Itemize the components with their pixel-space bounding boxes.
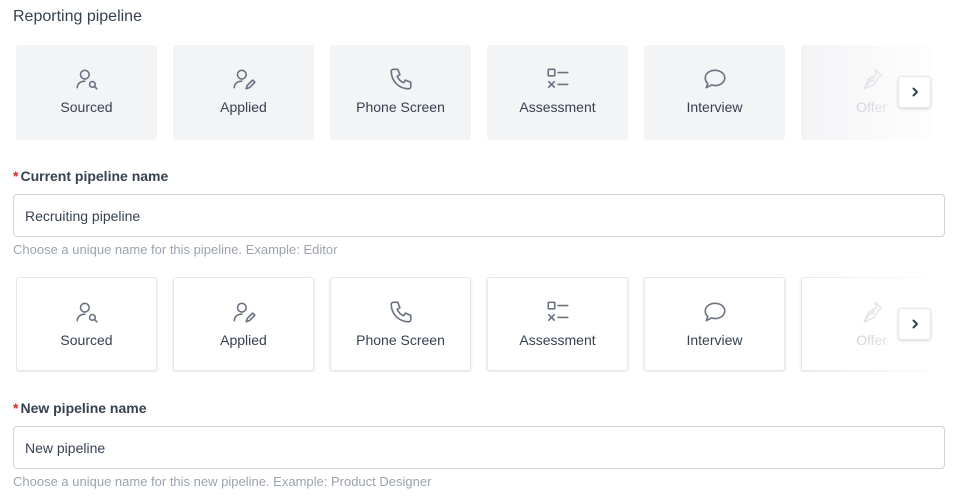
current-pipeline-name-input[interactable] [13,194,945,237]
chat-bubble-icon [702,299,728,325]
stage-label: Assessment [519,332,596,348]
stage-card-phone-screen[interactable]: Phone Screen [330,45,471,140]
stage-card-sourced[interactable]: Sourced [16,277,157,371]
stage-label: Applied [220,332,267,348]
stage-label: Offer [856,99,887,115]
stage-label: Sourced [60,332,113,348]
stage-label: Phone Screen [356,332,445,348]
stage-label: Assessment [519,99,596,115]
chat-bubble-icon [702,66,728,92]
stage-label: Applied [220,99,267,115]
required-mark: * [13,168,19,184]
required-mark: * [13,400,19,416]
chevron-right-icon [909,318,921,330]
stage-card-interview[interactable]: Interview [644,277,785,371]
stage-card-interview[interactable]: Interview [644,45,785,140]
reporting-stage-carousel: Sourced Applied Phone Screen Assessment … [16,45,930,140]
phone-icon [388,299,414,325]
user-edit-icon [231,66,257,92]
new-pipeline-name-input[interactable] [13,426,945,469]
stage-card-applied[interactable]: Applied [173,277,314,371]
stage-card-applied[interactable]: Applied [173,45,314,140]
stage-label: Interview [686,99,743,115]
current-pipeline-hint: Choose a unique name for this pipeline. … [13,242,338,257]
chevron-right-icon [909,86,921,98]
stage-label: Sourced [60,99,113,115]
stage-card-assessment[interactable]: Assessment [487,45,628,140]
pipeline-stage-carousel: Sourced Applied Phone Screen Assessment … [16,277,930,372]
stage-card-phone-screen[interactable]: Phone Screen [330,277,471,371]
checklist-icon [545,299,571,325]
stage-card-assessment[interactable]: Assessment [487,277,628,371]
stage-label: Offer [856,332,887,348]
current-pipeline-label: * Current pipeline name [13,168,169,184]
stage-label: Phone Screen [356,99,445,115]
stage-card-sourced[interactable]: Sourced [16,45,157,140]
pen-nib-icon [859,299,885,325]
new-pipeline-label: * New pipeline name [13,400,147,416]
checklist-icon [545,66,571,92]
new-pipeline-hint: Choose a unique name for this new pipeli… [13,474,432,489]
stage-label: Interview [686,332,743,348]
carousel-next-button[interactable] [898,308,931,340]
section-title: Reporting pipeline [13,8,142,25]
pen-nib-icon [859,66,885,92]
user-search-icon [74,66,100,92]
user-edit-icon [231,299,257,325]
user-search-icon [74,299,100,325]
carousel-next-button[interactable] [898,76,931,108]
phone-icon [388,66,414,92]
